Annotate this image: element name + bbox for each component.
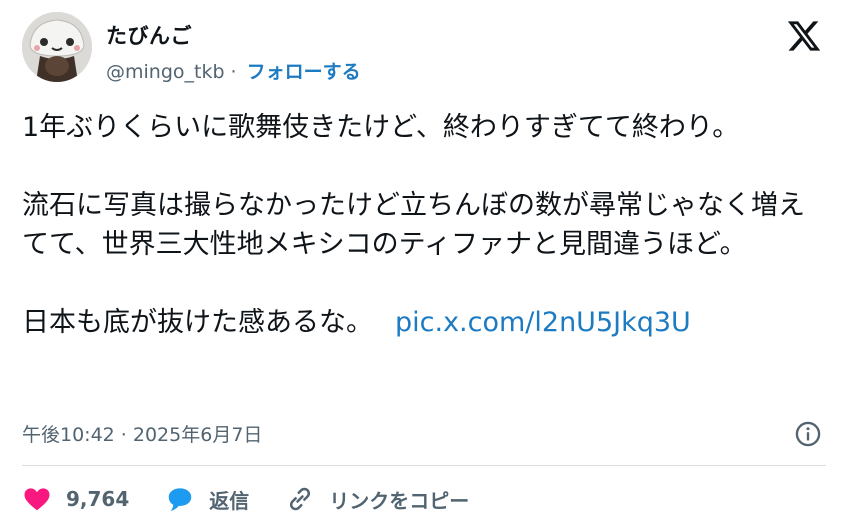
follow-button[interactable]: フォローする (247, 61, 361, 83)
author-subline: @mingo_tkb · フォローする (106, 57, 361, 84)
tweet-paragraph-1: 1年ぶりくらいに歌舞伎きたけど、終わりすぎてて終わり。 (22, 112, 740, 143)
avatar-image (22, 12, 92, 82)
separator-dot: · (230, 61, 237, 83)
tweet-paragraph-3: 日本も底が抜けた感あるな。 (22, 307, 373, 338)
tweet-embed-card: たびんご @mingo_tkb · フォローする 1年ぶりくらいに歌舞伎きたけど、終… (0, 0, 844, 527)
tweet-paragraph-3-line: 日本も底が抜けた感あるな。 pic.x.com/l2nU5Jkq3U (22, 303, 812, 342)
divider (22, 465, 826, 466)
like-count: 9,764 (66, 487, 130, 511)
reply-label: 返信 (209, 488, 250, 513)
tweet-header: たびんご @mingo_tkb · フォローする (22, 12, 826, 84)
author-handle[interactable]: @mingo_tkb (106, 61, 225, 83)
author-name[interactable]: たびんご (106, 20, 192, 50)
copy-link-label: リンクをコピー (329, 488, 470, 513)
x-logo-icon[interactable] (786, 18, 822, 54)
info-icon[interactable] (794, 420, 822, 448)
like-button[interactable]: 9,764 (22, 484, 129, 514)
media-link[interactable]: pic.x.com/l2nU5Jkq3U (395, 307, 691, 338)
tweet-text: 1年ぶりくらいに歌舞伎きたけど、終わりすぎてて終わり。 流石に写真は撮らなかった… (22, 108, 812, 342)
tweet-timestamp[interactable]: 午後10:42 · 2025年6月7日 (22, 420, 262, 447)
speech-bubble-icon (169, 488, 192, 511)
action-bar: 9,764 返信 リンクをコピー (22, 482, 505, 516)
reply-button[interactable]: 返信 (165, 484, 249, 514)
avatar[interactable] (22, 12, 92, 82)
link-icon (290, 487, 311, 511)
heart-icon (24, 488, 50, 511)
copy-link-button[interactable]: リンクをコピー (285, 484, 469, 514)
tweet-paragraph-2: 流石に写真は撮らなかったけど立ちんぼの数が尋常じゃなく増えてて、世界三大性地メキ… (22, 190, 805, 260)
